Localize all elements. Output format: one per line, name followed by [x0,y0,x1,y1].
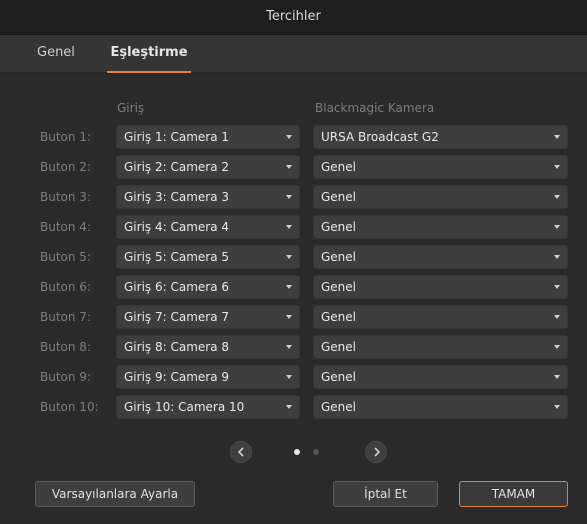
input-select[interactable]: Giriş 2: Camera 2 [116,155,300,179]
camera-select[interactable]: URSA Broadcast G2 [313,125,568,149]
input-column-header: Giriş [117,101,145,115]
prev-page-button[interactable] [230,441,252,463]
input-select[interactable]: Giriş 1: Camera 1 [116,125,300,149]
camera-select-value: Genel [321,340,357,354]
chevron-down-icon [286,345,292,349]
input-select[interactable]: Giriş 6: Camera 6 [116,275,300,299]
input-select-value: Giriş 6: Camera 6 [124,280,229,294]
camera-select[interactable]: Genel [313,155,568,179]
preferences-dialog: Tercihler Genel Eşleştirme Giriş Blackma… [0,0,587,524]
row-label: Buton 2: [40,160,91,174]
chevron-down-icon [554,195,560,199]
input-select-value: Giriş 10: Camera 10 [124,400,245,414]
input-select[interactable]: Giriş 3: Camera 3 [116,185,300,209]
row-label: Buton 1: [40,130,91,144]
chevron-down-icon [554,255,560,259]
chevron-right-icon [374,447,381,457]
camera-select-value: Genel [321,310,357,324]
chevron-down-icon [554,135,560,139]
camera-select-value: URSA Broadcast G2 [321,130,439,144]
input-select-value: Giriş 3: Camera 3 [124,190,229,204]
camera-select[interactable]: Genel [313,335,568,359]
input-select-value: Giriş 7: Camera 7 [124,310,229,324]
chevron-down-icon [286,225,292,229]
chevron-down-icon [286,255,292,259]
tab-bar: Genel Eşleştirme [0,35,587,73]
camera-select-value: Genel [321,160,357,174]
camera-select[interactable]: Genel [313,215,568,239]
page-dot-1[interactable] [294,449,300,455]
input-select-value: Giriş 1: Camera 1 [124,130,229,144]
active-tab-indicator [107,71,191,73]
input-select[interactable]: Giriş 9: Camera 9 [116,365,300,389]
chevron-down-icon [554,375,560,379]
row-label: Buton 8: [40,340,91,354]
chevron-down-icon [286,285,292,289]
row-label: Buton 3: [40,190,91,204]
input-select[interactable]: Giriş 7: Camera 7 [116,305,300,329]
chevron-down-icon [286,195,292,199]
chevron-down-icon [286,405,292,409]
next-page-button[interactable] [365,441,387,463]
tab-mapping[interactable]: Eşleştirme [107,35,191,73]
chevron-down-icon [286,135,292,139]
camera-select-value: Genel [321,190,357,204]
camera-select[interactable]: Genel [313,185,568,209]
camera-select-value: Genel [321,280,357,294]
row-label: Buton 10: [40,400,99,414]
camera-select-value: Genel [321,370,357,384]
chevron-down-icon [554,315,560,319]
chevron-left-icon [237,447,244,457]
camera-column-header: Blackmagic Kamera [315,101,435,115]
row-label: Buton 4: [40,220,91,234]
camera-select[interactable]: Genel [313,245,568,269]
chevron-down-icon [286,375,292,379]
input-select-value: Giriş 4: Camera 4 [124,220,229,234]
camera-select[interactable]: Genel [313,275,568,299]
camera-select[interactable]: Genel [313,395,568,419]
row-label: Buton 5: [40,250,91,264]
input-select[interactable]: Giriş 8: Camera 8 [116,335,300,359]
chevron-down-icon [286,315,292,319]
input-select[interactable]: Giriş 5: Camera 5 [116,245,300,269]
tab-mapping-label: Eşleştirme [110,45,188,60]
input-select-value: Giriş 8: Camera 8 [124,340,229,354]
ok-button[interactable]: TAMAM [459,481,568,507]
input-select[interactable]: Giriş 4: Camera 4 [116,215,300,239]
row-label: Buton 9: [40,370,91,384]
camera-select[interactable]: Genel [313,365,568,389]
input-select-value: Giriş 9: Camera 9 [124,370,229,384]
window-title: Tercihler [0,0,587,35]
chevron-down-icon [554,405,560,409]
chevron-down-icon [554,285,560,289]
camera-select-value: Genel [321,400,357,414]
row-label: Buton 7: [40,310,91,324]
cancel-button[interactable]: İptal Et [333,481,438,507]
page-dot-2[interactable] [313,449,319,455]
chevron-down-icon [286,165,292,169]
tab-general[interactable]: Genel [37,35,75,72]
input-select-value: Giriş 2: Camera 2 [124,160,229,174]
row-label: Buton 6: [40,280,91,294]
camera-select-value: Genel [321,250,357,264]
chevron-down-icon [554,345,560,349]
chevron-down-icon [554,165,560,169]
camera-select[interactable]: Genel [313,305,568,329]
input-select-value: Giriş 5: Camera 5 [124,250,229,264]
chevron-down-icon [554,225,560,229]
camera-select-value: Genel [321,220,357,234]
input-select[interactable]: Giriş 10: Camera 10 [116,395,300,419]
reset-defaults-button[interactable]: Varsayılanlara Ayarla [35,481,195,507]
